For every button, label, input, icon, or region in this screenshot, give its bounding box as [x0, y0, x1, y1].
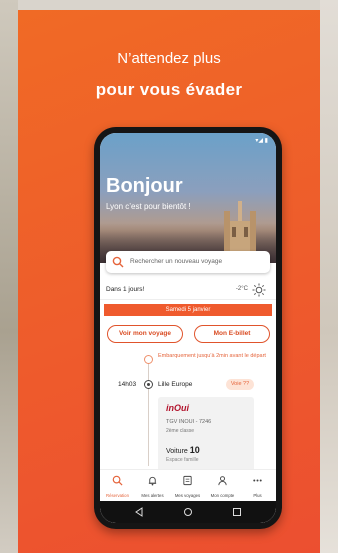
nav-more[interactable]: Plus [240, 473, 275, 498]
status-bar: ▾◢ ▮ [255, 138, 268, 144]
nav-account[interactable]: Mon compte [205, 473, 240, 498]
departure-marker [144, 380, 153, 389]
train-number: TGV INOUI - 7246 [166, 419, 212, 425]
trip-summary-row: Dans 1 jours! -2°C [100, 281, 276, 300]
nav-label: Mes alertes [141, 493, 164, 498]
tagline-line-1: N’attendez plus [117, 50, 221, 67]
departure-time: 14h03 [118, 381, 137, 388]
greeting-subtitle: Lyon c’est pour bientôt ! [106, 202, 191, 211]
search-placeholder: Rechercher un nouveau voyage [130, 258, 223, 265]
phone-screen: ▾◢ ▮ Bonjour Lyon c’est pour bientôt ! R… [100, 133, 276, 523]
coach-number: 10 [189, 445, 200, 455]
countdown-text: Dans 1 jours! [106, 286, 145, 293]
search-icon [112, 256, 124, 268]
coach-label: Voiture [166, 448, 188, 455]
travel-class: 2ème classe [166, 428, 195, 434]
search-icon [112, 475, 123, 486]
nav-trips[interactable]: Mes voyages [170, 473, 205, 498]
android-nav-bar [100, 501, 276, 523]
e-ticket-button[interactable]: Mon E-billet [194, 325, 270, 343]
sun-icon [252, 283, 266, 297]
tagline-line-2: pour vous évader [95, 80, 243, 99]
hero-banner: ▾◢ ▮ Bonjour Lyon c’est pour bientôt ! [100, 133, 276, 263]
boarding-marker [144, 355, 153, 364]
view-trip-button[interactable]: Voir mon voyage [107, 325, 183, 343]
search-bar[interactable]: Rechercher un nouveau voyage [106, 251, 270, 273]
basilica-illustration [224, 201, 256, 255]
greeting-title: Bonjour [106, 175, 183, 197]
temperature: -2°C [235, 286, 248, 292]
coach-note: Espace famille [166, 457, 199, 463]
nav-reservation[interactable]: Réservation [100, 473, 135, 498]
inoui-logo: inOui [166, 403, 189, 413]
timeline-line [148, 356, 149, 466]
back-icon[interactable] [134, 507, 144, 517]
bell-icon [148, 476, 157, 486]
ticket-icon [183, 475, 192, 486]
nav-label: Mes voyages [174, 493, 201, 498]
platform-badge: Voie ?? [226, 379, 254, 390]
phone-mockup: ▾◢ ▮ Bonjour Lyon c’est pour bientôt ! R… [94, 127, 282, 529]
nav-alerts[interactable]: Mes alertes [135, 473, 170, 498]
trip-panel: Dans 1 jours! -2°C Samedi 5 janvier Voir… [100, 281, 276, 523]
nav-label: Mon compte [210, 493, 235, 498]
trip-date-banner: Samedi 5 janvier [104, 304, 272, 316]
nav-label: Réservation [106, 493, 129, 498]
home-icon[interactable] [183, 507, 193, 517]
train-card[interactable]: inOui TGV INOUI - 7246 2ème classe Voitu… [158, 397, 254, 477]
nav-label: Plus [253, 493, 262, 498]
bottom-navigation: Réservation Mes alertes Mes voyages Mon … [100, 469, 276, 502]
boarding-note: Embarquement jusqu’à 2min avant le dépar… [158, 353, 266, 359]
departure-station: Lille Europe [158, 381, 193, 388]
recents-icon[interactable] [232, 507, 242, 517]
coach-info: Voiture 10 [166, 445, 200, 455]
more-icon [253, 479, 262, 482]
user-icon [218, 476, 227, 486]
